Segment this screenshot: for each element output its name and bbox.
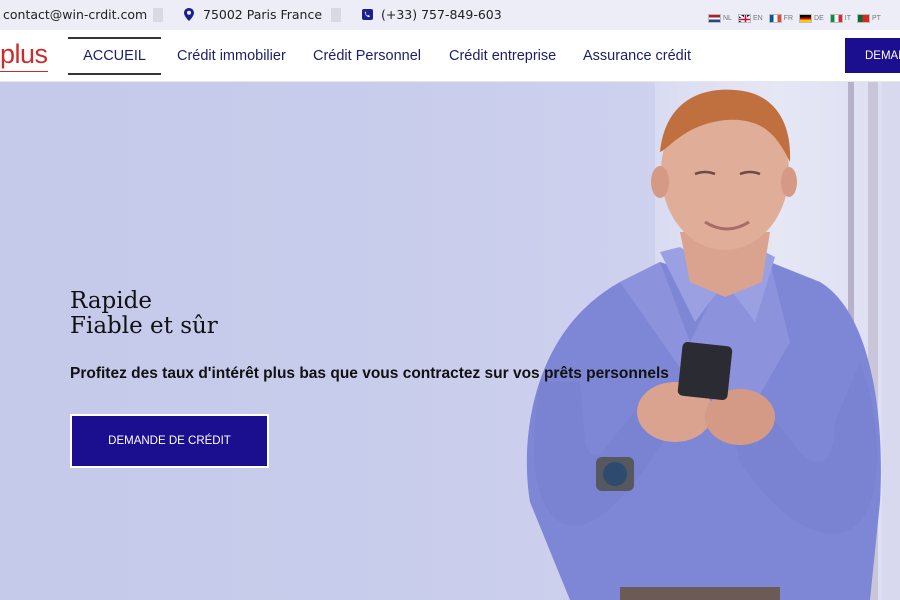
nav-item-credit-immobilier[interactable]: Crédit immobilier [177, 48, 286, 64]
map-pin-icon [184, 8, 194, 21]
lang-it[interactable]: IT [829, 14, 851, 23]
language-switcher: NL EN FR DE IT PT [708, 14, 881, 23]
flag-uk-icon [737, 14, 751, 23]
lang-label: NL [723, 15, 732, 22]
separator [331, 8, 341, 22]
nav-item-credit-personnel[interactable]: Crédit Personnel [313, 48, 421, 64]
address-text: 75002 Paris France [203, 7, 323, 22]
email-link[interactable]: contact@win-crdit.com [3, 7, 147, 22]
nav-item-assurance-credit[interactable]: Assurance crédit [583, 48, 691, 64]
hero-title-line2: Fiable et sûr [70, 313, 218, 339]
lang-de[interactable]: DE [799, 14, 824, 23]
nav-item-label: ACCUEIL [83, 48, 146, 64]
lang-label: IT [844, 15, 851, 22]
hero-credit-request-button[interactable]: DEMANDE DE CRÉDIT [70, 414, 269, 468]
lang-fr[interactable]: FR [768, 14, 794, 23]
flag-nl-icon [708, 14, 721, 23]
flag-it-icon [829, 14, 843, 23]
main-navigation: plus ACCUEIL Crédit immobilier Crédit Pe… [0, 30, 900, 82]
flag-de-icon [799, 14, 813, 23]
logo-text: plus [0, 39, 48, 69]
nav-item-label: Assurance crédit [583, 48, 691, 64]
nav-item-label: Crédit immobilier [177, 48, 286, 64]
phone-icon [362, 9, 373, 20]
hero-banner: Rapide Fiable et sûr Profitez des taux d… [0, 82, 900, 600]
nav-cta-label: DEMANDE DE CRÉDIT [865, 49, 900, 62]
separator [153, 8, 163, 22]
nav-item-accueil[interactable]: ACCUEIL [68, 37, 161, 75]
lang-label: DE [814, 15, 824, 22]
address-item: 75002 Paris France [184, 7, 322, 22]
email-text: contact@win-crdit.com [3, 7, 148, 22]
logo-underline [0, 71, 48, 72]
nav-item-label: Crédit Personnel [313, 48, 421, 64]
hero-cta-label: DEMANDE DE CRÉDIT [108, 435, 231, 447]
phone-link[interactable]: (+33) 757-849-603 [362, 7, 502, 22]
flag-pt-icon [857, 14, 870, 23]
top-contact-bar: contact@win-crdit.com 75002 Paris France… [0, 0, 900, 30]
lang-en[interactable]: EN [737, 14, 763, 23]
lang-label: FR [783, 15, 794, 22]
lang-label: EN [752, 15, 763, 22]
nav-item-credit-entreprise[interactable]: Crédit entreprise [449, 48, 556, 64]
nav-credit-request-button[interactable]: DEMANDE DE CRÉDIT [845, 38, 900, 73]
lang-pt[interactable]: PT [857, 14, 881, 23]
flag-fr-icon [768, 14, 782, 23]
lang-nl[interactable]: NL [708, 14, 732, 23]
lang-label: PT [872, 15, 881, 22]
nav-item-label: Crédit entreprise [449, 48, 557, 64]
hero-tagline: Profitez des taux d'intérêt plus bas que… [70, 365, 669, 382]
hero-title-line1: Rapide [70, 288, 152, 314]
site-logo[interactable]: plus [0, 39, 48, 70]
phone-text: (+33) 757-849-603 [381, 7, 502, 22]
hero-person-image [526, 89, 881, 600]
